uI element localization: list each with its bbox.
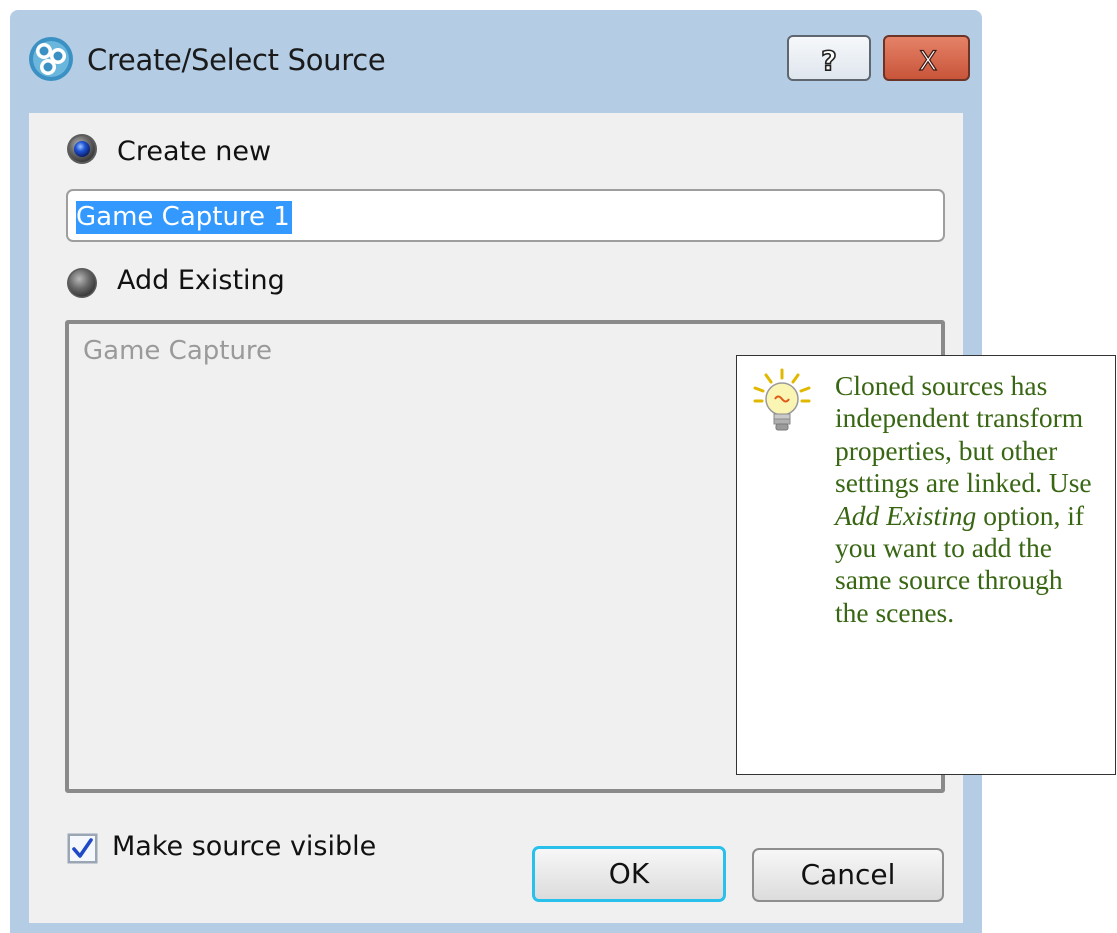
help-glyph: ?	[821, 46, 837, 77]
ok-button[interactable]: OK	[532, 846, 726, 902]
lightbulb-icon	[753, 368, 811, 431]
list-item[interactable]: Game Capture	[83, 336, 272, 366]
window-title: Create/Select Source	[87, 43, 386, 77]
info-tooltip: Cloned sources has independent transform…	[736, 355, 1116, 775]
make-visible-label[interactable]: Make source visible	[112, 831, 376, 862]
source-name-input[interactable]: Game Capture 1	[66, 189, 945, 242]
add-existing-radio[interactable]	[66, 267, 98, 299]
add-existing-label[interactable]: Add Existing	[117, 265, 285, 296]
create-new-label[interactable]: Create new	[117, 136, 271, 167]
obs-logo-icon	[29, 37, 73, 81]
help-button[interactable]: ?	[787, 35, 871, 81]
close-button[interactable]: X	[883, 35, 970, 81]
question-mark-icon: ?	[820, 45, 837, 78]
close-icon: X	[918, 45, 938, 77]
title-bar[interactable]: Create/Select Source ? X	[10, 10, 982, 113]
tooltip-emphasis: Add Existing	[835, 499, 977, 531]
make-visible-checkbox[interactable]	[67, 833, 98, 864]
create-new-radio[interactable]	[66, 133, 98, 165]
cancel-button[interactable]: Cancel	[752, 848, 944, 902]
tooltip-text: Cloned sources has independent transform…	[835, 370, 1100, 629]
tooltip-text-part-1: Cloned sources has independent transform…	[835, 370, 1092, 499]
close-glyph: X	[919, 46, 938, 77]
source-name-value: Game Capture 1	[76, 201, 292, 234]
